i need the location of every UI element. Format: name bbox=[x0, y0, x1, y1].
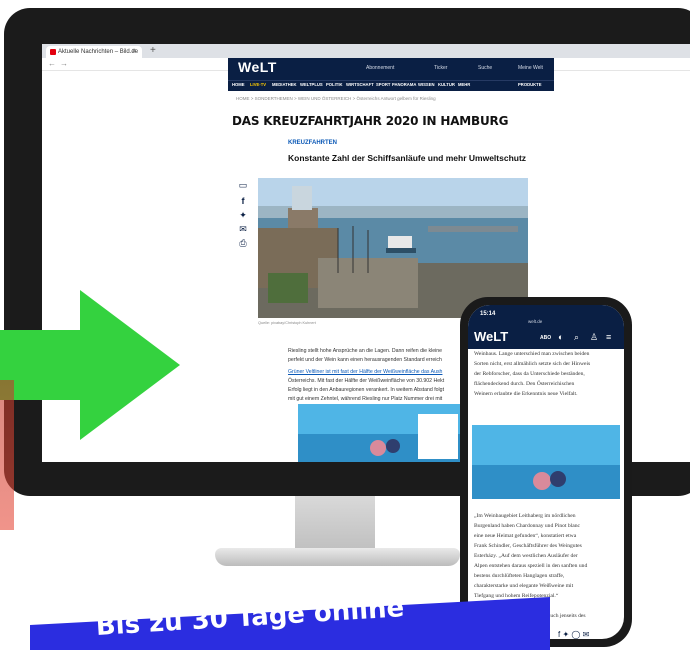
nav-wissen[interactable]: WISSEN bbox=[418, 82, 435, 87]
smartphone: 15:14 welt.de WeLT ABO ◐ ⌕ ♙ ≡ Weinbaus.… bbox=[460, 297, 632, 647]
monitor-stand-foot bbox=[215, 548, 460, 566]
print-icon[interactable]: ⎙ bbox=[236, 238, 250, 249]
phone-text-line: flächendeckend durch. Den Österreichisch… bbox=[474, 381, 575, 387]
phone-share-bar: f ✦ ◯ ✉ bbox=[558, 630, 589, 639]
phone-text-line: eine neue Heimat gefunden“, konstatiert … bbox=[474, 533, 577, 539]
tab-title: Aktuelle Nachrichten – Bild.de bbox=[58, 49, 139, 55]
mail-icon[interactable]: ✉ bbox=[583, 630, 590, 639]
forward-arrow-icon[interactable]: → bbox=[60, 58, 68, 70]
body-line[interactable]: Grüner Veltliner ist mit fast der Hälfte… bbox=[288, 369, 442, 375]
search-link[interactable]: Suche bbox=[478, 65, 492, 71]
phone-text-line: Burgenland haben Chardonnay und Pinot bl… bbox=[474, 523, 581, 529]
phone-text-line: Weinern erlaubte die Erkenntnis neue Vie… bbox=[474, 391, 578, 397]
whatsapp-icon[interactable]: ◯ bbox=[571, 630, 580, 639]
article-headline: Konstante Zahl der Schiffsanläufe und me… bbox=[288, 153, 527, 163]
nav-weltplus[interactable]: WELTPLUS bbox=[300, 82, 323, 87]
phone-text-line: Alpen entstehen daraus speziell in den s… bbox=[474, 563, 588, 569]
image-caption: Quelle: pixabay/Christoph Kuhnert bbox=[258, 321, 316, 325]
nav-kultur[interactable]: KULTUR bbox=[438, 82, 455, 87]
body-line: perfekt und der Wein kann einen herausra… bbox=[288, 357, 442, 363]
phone-ad-image[interactable] bbox=[472, 425, 620, 499]
phone-text-line: Esterházy. „Auf dem westlichen Ausläufer… bbox=[474, 553, 578, 559]
nav-produkte[interactable]: PRODUKTE bbox=[518, 82, 542, 87]
user-icon[interactable]: ♙ bbox=[590, 332, 598, 343]
facebook-icon[interactable]: f bbox=[236, 196, 250, 206]
welt-navbar: HOME LIVE-TV MEDIATHEK WELTPLUS POLITIK … bbox=[228, 80, 554, 91]
phone-screen: 15:14 welt.de WeLT ABO ◐ ⌕ ♙ ≡ Weinbaus.… bbox=[468, 305, 624, 639]
mail-icon[interactable]: ✉ bbox=[236, 224, 250, 235]
facebook-icon[interactable]: f bbox=[558, 630, 560, 639]
body-line: Erfolg liegt in den Anbauregionen verank… bbox=[288, 387, 445, 393]
article-kicker: KREUZFAHRTEN bbox=[288, 140, 337, 146]
ticker-icon[interactable]: ◐ bbox=[558, 332, 563, 342]
monitor-stand-neck bbox=[295, 496, 375, 556]
ticker-link[interactable]: Ticker bbox=[434, 65, 447, 71]
phone-text-line: bestens durchlüfteten Hanglagen straffe, bbox=[474, 573, 565, 579]
breadcrumb: HOME > SONDERTHEMEN > WEIN UND ÖSTERREIC… bbox=[236, 96, 436, 101]
new-tab-button[interactable]: + bbox=[150, 45, 156, 56]
nav-sport[interactable]: SPORT bbox=[376, 82, 390, 87]
phone-welt-header: WeLT ABO ◐ ⌕ ♙ ≡ bbox=[468, 327, 624, 349]
menu-icon[interactable]: ≡ bbox=[606, 332, 611, 342]
arrow-right-icon bbox=[0, 290, 180, 440]
browser-tab[interactable]: Aktuelle Nachrichten – Bild.de × bbox=[46, 46, 142, 58]
comment-icon[interactable]: ▭ bbox=[236, 180, 250, 191]
phone-text-line: Sorten nicht, erst allmählich setzte sic… bbox=[474, 361, 591, 367]
nav-panorama[interactable]: PANORAMA bbox=[392, 82, 416, 87]
welt-header: WeLT Abonnement Ticker Suche Meine Welt bbox=[228, 58, 554, 80]
phone-text-line: Weinbaus. Lange unterschied man zwischen… bbox=[474, 351, 590, 357]
phone-url[interactable]: welt.de bbox=[528, 319, 542, 324]
phone-text-line: „Im Weinbaugebiet Leithaberg im nördlich… bbox=[474, 513, 576, 519]
body-line: Riesling stellt hohe Ansprüche an die La… bbox=[288, 348, 442, 354]
nav-home[interactable]: HOME bbox=[232, 82, 245, 87]
meine-welt-link[interactable]: Meine Welt bbox=[518, 65, 543, 71]
phone-status-bar: 15:14 welt.de bbox=[468, 305, 624, 327]
phone-welt-logo[interactable]: WeLT bbox=[474, 329, 508, 344]
phone-text-line: charakterstarke und elegante Weißweine m… bbox=[474, 583, 574, 589]
abo-button[interactable]: ABO bbox=[540, 335, 551, 341]
browser-tabbar: Aktuelle Nachrichten – Bild.de × + bbox=[42, 44, 690, 58]
close-icon[interactable]: × bbox=[132, 46, 136, 58]
favicon-icon bbox=[50, 49, 56, 55]
nav-mehr[interactable]: MEHR bbox=[458, 82, 470, 87]
abonnement-link[interactable]: Abonnement bbox=[366, 65, 394, 71]
decorative-edge bbox=[0, 380, 14, 530]
back-arrow-icon[interactable]: ← bbox=[48, 58, 56, 70]
phone-text-line: der Rebforscher, dass da Unterschiede be… bbox=[474, 371, 585, 377]
phone-text-line: Frank Schindler, Geschäftsführer des Wei… bbox=[474, 543, 582, 549]
phone-time: 15:14 bbox=[480, 311, 496, 317]
nav-live-tv[interactable]: LIVE-TV bbox=[250, 82, 266, 87]
welt-logo[interactable]: WeLT bbox=[238, 59, 277, 75]
body-line: Österreichs. Mit fast der Hälfte der Wei… bbox=[288, 378, 445, 384]
body-line: mit gut einem Zehntel, während Riesling … bbox=[288, 396, 443, 402]
search-icon[interactable]: ⌕ bbox=[574, 332, 579, 343]
nav-politik[interactable]: POLITIK bbox=[326, 82, 343, 87]
nav-wirtschaft[interactable]: WIRTSCHAFT bbox=[346, 82, 374, 87]
nav-mediathek[interactable]: MEDIATHEK bbox=[272, 82, 297, 87]
twitter-icon[interactable]: ✦ bbox=[562, 630, 569, 639]
section-title: DAS KREUZFAHRTJAHR 2020 IN HAMBURG bbox=[232, 114, 509, 128]
twitter-icon[interactable]: ✦ bbox=[236, 210, 250, 221]
